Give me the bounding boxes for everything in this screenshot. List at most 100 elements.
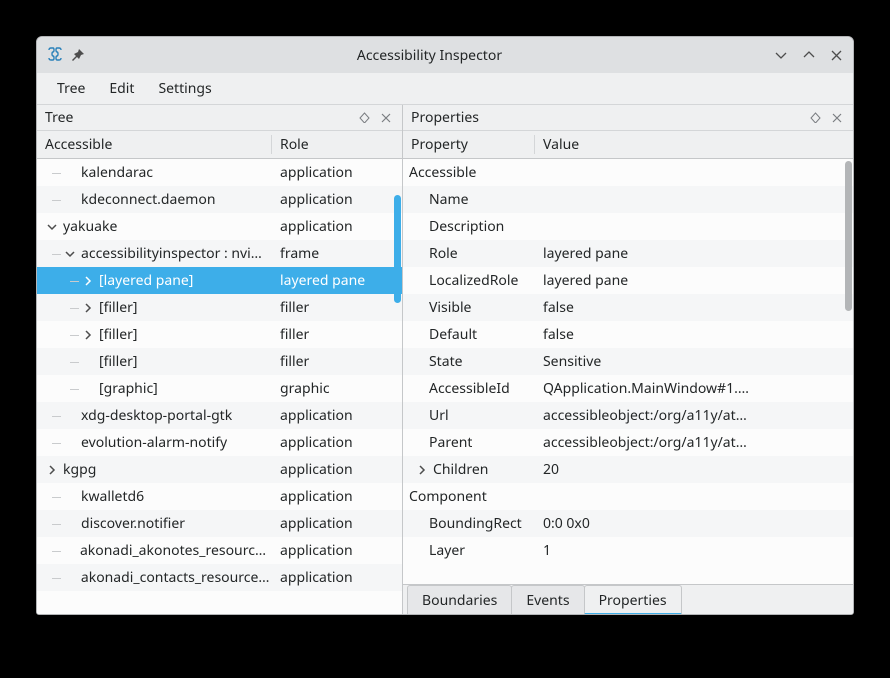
tree-item-role: filler — [272, 325, 402, 344]
property-name: BoundingRect — [427, 514, 522, 533]
property-name: Url — [427, 406, 449, 425]
chevron-right-icon[interactable] — [79, 299, 97, 317]
col-role[interactable]: Role — [272, 135, 402, 154]
tree-scrollbar[interactable] — [392, 159, 402, 614]
col-accessible[interactable]: Accessible — [37, 135, 272, 154]
property-name: Role — [427, 244, 458, 263]
tree-row[interactable]: [layered pane]layered pane — [37, 267, 402, 294]
chevron-right-icon[interactable] — [79, 326, 97, 344]
tree-row[interactable]: accessibilityinspector : nvi… frame — [37, 240, 402, 267]
tree-row[interactable]: [filler] filler — [37, 294, 402, 321]
tree-pane-title: Tree — [45, 108, 73, 127]
tree-row[interactable]: xdg-desktop-portal-gtkapplication — [37, 402, 402, 429]
menu-tree[interactable]: Tree — [47, 75, 95, 102]
tree-row[interactable]: discover.notifierapplication — [37, 510, 402, 537]
tree-row[interactable]: akonadi_akonotes_resource_0application — [37, 537, 402, 564]
menu-edit[interactable]: Edit — [99, 75, 144, 102]
tree-item-role: filler — [272, 298, 402, 317]
tree-item-label: kwalletd6 — [79, 487, 144, 506]
tree-row[interactable]: kdeconnect.daemonapplication — [37, 186, 402, 213]
properties-body[interactable]: Accessible Name Description Role layered pan… — [403, 159, 853, 584]
property-row[interactable]: Parentaccessibleobject:/org/a11y/at… — [403, 429, 853, 456]
properties-column-headers[interactable]: Property Value — [403, 131, 853, 159]
chevron-right-icon[interactable] — [413, 461, 431, 479]
property-row[interactable]: LocalizedRolelayered pane — [403, 267, 853, 294]
tree-pane-header[interactable]: Tree — [37, 105, 402, 131]
tree-row[interactable]: [filler]filler — [37, 348, 402, 375]
property-value: false — [535, 298, 853, 317]
tree-row[interactable]: evolution-alarm-notifyapplication — [37, 429, 402, 456]
tree-row[interactable]: [graphic]graphic — [37, 375, 402, 402]
chevron-down-icon[interactable] — [43, 218, 61, 236]
property-row[interactable]: Description — [403, 213, 853, 240]
property-group[interactable]: Component — [403, 483, 853, 510]
properties-scrollbar[interactable] — [843, 159, 853, 584]
float-icon[interactable] — [807, 110, 823, 126]
property-name: Default — [427, 325, 477, 344]
property-row[interactable]: Visiblefalse — [403, 294, 853, 321]
tree-item-role: application — [272, 190, 402, 209]
property-value: QApplication.MainWindow#1.… — [535, 379, 853, 398]
tree-item-label: accessibilityinspector : nvi… — [79, 244, 262, 263]
col-value[interactable]: Value — [535, 135, 853, 154]
tree-item-role: layered pane — [272, 271, 402, 290]
tree-row[interactable]: kgpgapplication — [37, 456, 402, 483]
tree-item-label: akonadi_akonotes_resource_0 — [78, 541, 272, 560]
chevron-down-icon[interactable] — [61, 245, 79, 263]
close-pane-icon[interactable] — [378, 110, 394, 126]
property-row[interactable]: AccessibleIdQApplication.MainWindow#1.… — [403, 375, 853, 402]
tree-pane: Tree Accessible Role kalendaracapplicati… — [37, 105, 403, 614]
tree-row[interactable]: akonadi_contacts_resource_0application — [37, 564, 402, 591]
tree-item-role: application — [272, 217, 402, 236]
chevron-right-icon[interactable] — [43, 461, 61, 479]
tree-item-role: filler — [272, 352, 402, 371]
titlebar[interactable]: Accessibility Inspector — [37, 37, 853, 73]
tree-item-label: [graphic] — [97, 379, 158, 398]
property-row[interactable]: Role layered pane — [403, 240, 853, 267]
property-value: Sensitive — [535, 352, 853, 371]
close-pane-icon[interactable] — [829, 110, 845, 126]
properties-pane-header[interactable]: Properties — [403, 105, 853, 131]
chevron-right-icon[interactable] — [79, 272, 97, 290]
app-window: Accessibility Inspector Tree Edit Settin… — [36, 36, 854, 615]
properties-pane-title: Properties — [411, 108, 479, 127]
tab-boundaries[interactable]: Boundaries — [407, 585, 512, 614]
tree-item-role: application — [272, 487, 402, 506]
property-row[interactable]: StateSensitive — [403, 348, 853, 375]
pin-icon[interactable] — [71, 48, 85, 62]
minimize-button[interactable] — [774, 48, 788, 62]
tree-item-role: application — [272, 460, 402, 479]
property-row[interactable]: Urlaccessibleobject:/org/a11y/at… — [403, 402, 853, 429]
close-button[interactable] — [830, 49, 843, 62]
tree-column-headers[interactable]: Accessible Role — [37, 131, 402, 159]
menu-settings[interactable]: Settings — [148, 75, 221, 102]
property-value: layered pane — [535, 244, 853, 263]
tab-properties[interactable]: Properties — [584, 585, 682, 614]
property-group[interactable]: Accessible — [403, 159, 853, 186]
tree-item-label: yakuake — [61, 217, 117, 236]
tab-events[interactable]: Events — [511, 585, 584, 614]
tree-row[interactable]: [filler]filler — [37, 321, 402, 348]
tree-item-label: evolution-alarm-notify — [79, 433, 227, 452]
property-name: Name — [427, 190, 468, 209]
tree-item-label: kalendarac — [79, 163, 153, 182]
property-row[interactable]: Children20 — [403, 456, 853, 483]
property-row[interactable]: Layer1 — [403, 537, 853, 564]
tree-item-label: akonadi_contacts_resource_0 — [79, 568, 272, 587]
tree-item-label: discover.notifier — [79, 514, 185, 533]
property-value: accessibleobject:/org/a11y/at… — [535, 433, 853, 452]
property-row[interactable]: Name — [403, 186, 853, 213]
tree-item-role: frame — [272, 244, 402, 263]
property-name: Children — [431, 460, 488, 479]
tree-row[interactable]: kwalletd6 application — [37, 483, 402, 510]
tree-body[interactable]: kalendaracapplicationkdeconnect.daemonap… — [37, 159, 402, 614]
property-row[interactable]: BoundingRect0:0 0x0 — [403, 510, 853, 537]
maximize-button[interactable] — [802, 48, 816, 62]
tree-row[interactable]: kalendaracapplication — [37, 159, 402, 186]
tree-item-label: [filler] — [97, 298, 138, 317]
property-value: 1 — [535, 541, 853, 560]
property-row[interactable]: Defaultfalse — [403, 321, 853, 348]
col-property[interactable]: Property — [403, 135, 535, 154]
tree-row[interactable]: yakuake application — [37, 213, 402, 240]
float-icon[interactable] — [356, 110, 372, 126]
